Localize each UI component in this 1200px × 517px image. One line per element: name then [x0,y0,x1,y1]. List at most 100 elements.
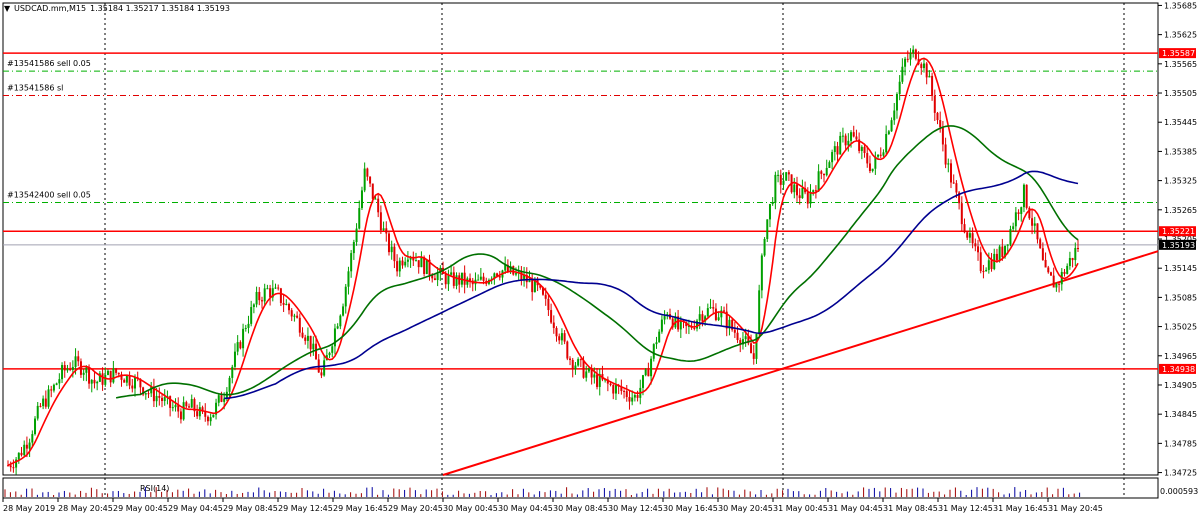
candle-body [1009,228,1012,245]
dropdown-arrow-icon: ▼ [4,4,11,13]
candle-body [1031,218,1034,226]
candle-body [88,367,91,384]
candle-body [806,192,809,204]
candle-body [909,53,912,60]
candle-body [547,298,550,311]
price-axis: 1.35685 1.35625 1.35565 1.35505 1.35445 1.353… [1158,1,1197,478]
candle-body [569,358,572,360]
candle-body [350,253,353,272]
candle-body [1012,226,1015,229]
candle-body [206,416,209,422]
candle-body [947,163,950,165]
candle-body [552,322,555,328]
candle-body [109,370,112,383]
candle-body [417,260,420,268]
candle-body [936,112,939,121]
price-chart[interactable]: #13541586 sell 0.05 #13541586 sl #13542400… [0,0,1200,517]
candle-body [1047,267,1050,273]
candle-body [423,257,426,274]
candle-body [893,110,896,121]
candle-body [377,198,380,213]
candle-body [877,154,880,157]
x-tick-label: 30 May 20:45 [718,504,773,513]
candle-body [1066,265,1069,274]
candle-body [482,276,485,281]
candle-body [693,327,696,329]
candle-body [50,389,53,391]
x-tick-label: 30 May 00:45 [443,504,498,513]
candle-body [628,397,631,402]
candle-body [352,242,355,254]
y-tick-label: 1.34725 [1164,469,1197,478]
candle-body [155,395,158,402]
candle-body [760,255,763,291]
candle-body [379,212,382,231]
candle-body [625,391,628,398]
ohlc-readout: 1.35184 1.35217 1.35184 1.35193 [90,4,230,13]
candle-body [244,327,247,329]
y-tick-label: 1.35505 [1164,89,1197,98]
candle-body [925,63,928,78]
candle-body [644,369,647,376]
candle-body [217,395,220,403]
candle-body [185,402,188,407]
candle-body [163,397,166,402]
candle-body [652,344,655,359]
candle-body [1044,259,1047,268]
x-tick-label: 30 May 12:45 [608,504,663,513]
candle-body [115,368,118,373]
candle-body [436,273,439,281]
candle-body [782,180,785,185]
y-tick-label: 1.35625 [1164,31,1197,40]
candle-body [252,304,255,308]
candle-body [512,266,515,275]
candle-body [347,271,350,287]
candle-body [787,172,790,175]
candle-body [274,287,277,289]
candle-body [544,294,547,299]
candle-body [985,269,988,272]
candle-body [31,434,34,443]
candle-body [398,260,401,272]
candle-body [585,371,588,378]
candle-body [125,375,128,383]
candle-body [288,303,291,311]
candle-body [61,365,64,380]
candle-body [933,95,936,113]
candle-body [1014,212,1017,227]
candle-body [596,374,599,387]
candle-body [587,368,590,372]
candle-body [477,279,480,281]
candle-body [479,276,482,280]
candle-body [312,343,315,350]
x-tick-label: 31 May 20:45 [1048,504,1103,513]
x-tick-label: 31 May 12:45 [938,504,993,513]
candle-body [239,342,242,349]
candle-body [571,359,574,370]
candle-body [736,332,739,341]
candle-body [882,152,885,156]
candle-body [404,261,407,266]
candle-body [179,411,182,420]
candle-body [112,368,115,383]
candle-body [1077,247,1079,249]
candle-body [263,288,266,302]
candle-body [860,146,863,151]
candle-body [647,369,650,377]
order-line-label: #13541586 sell 0.05 [7,59,91,68]
candle-body [979,252,982,272]
x-tick-label: 29 May 00:45 [113,504,168,513]
candle-body [531,279,534,293]
candle-body [833,146,836,153]
candle-body [1036,223,1039,240]
candle-body [42,398,45,407]
candle-body [658,331,661,343]
indicator-readout: 0.000593 [1160,487,1198,496]
candle-body [101,373,104,385]
candle-body [1025,184,1028,208]
indicator-label: RSI(14) [140,484,169,493]
candle-body [9,465,12,468]
x-tick-label: 31 May 00:45 [773,504,828,513]
candle-body [793,184,796,193]
candle-body [158,395,161,398]
